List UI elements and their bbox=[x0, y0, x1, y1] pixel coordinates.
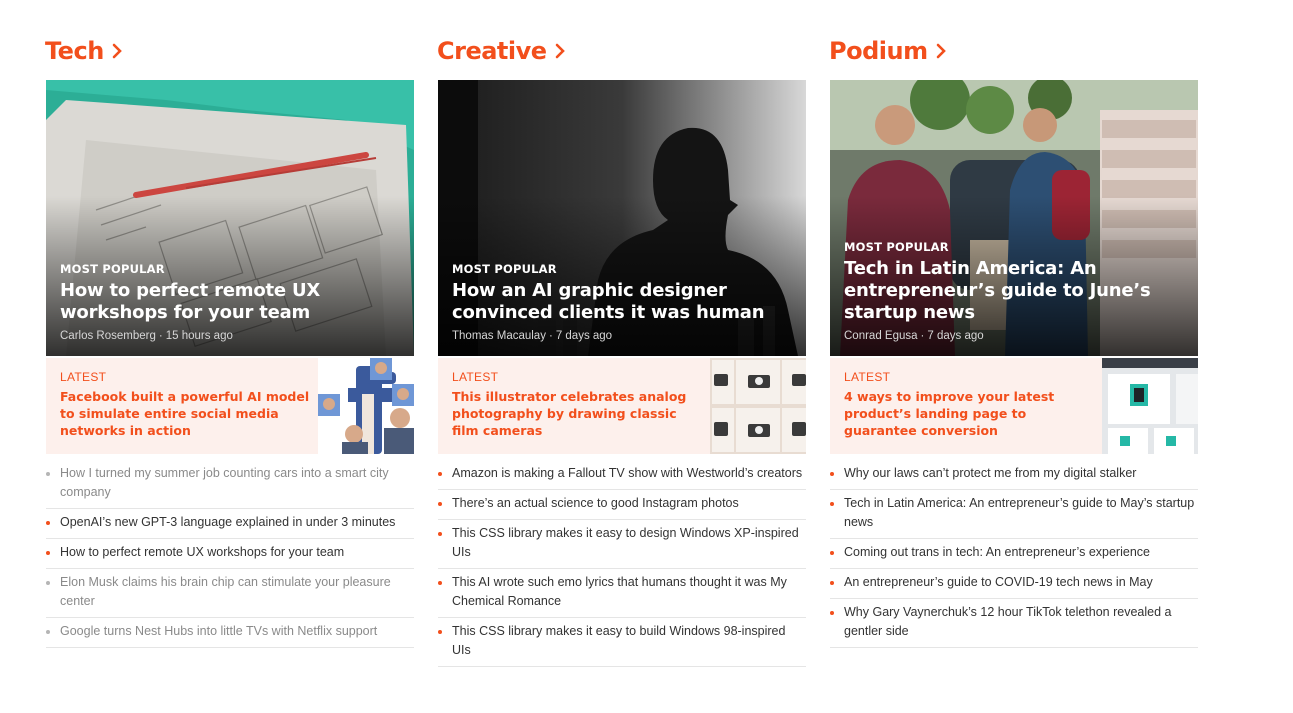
article-list: Amazon is making a Fallout TV show with … bbox=[438, 460, 806, 667]
latest-thumbnail bbox=[710, 358, 806, 454]
latest-thumbnail bbox=[318, 358, 414, 454]
list-item[interactable]: This CSS library makes it easy to build … bbox=[438, 618, 806, 667]
hero-kicker: MOST POPULAR bbox=[452, 262, 557, 276]
hero-article[interactable]: MOST POPULAR How an AI graphic designer … bbox=[438, 80, 806, 356]
hero-kicker: MOST POPULAR bbox=[60, 262, 165, 276]
hero-title[interactable]: Tech in Latin America: An entrepreneur’s… bbox=[844, 258, 1184, 324]
hero-article[interactable]: MOST POPULAR How to perfect remote UX wo… bbox=[46, 80, 414, 356]
list-item[interactable]: An entrepreneur’s guide to COVID-19 tech… bbox=[830, 569, 1198, 599]
latest-article[interactable]: LATEST This illustrator celebrates analo… bbox=[438, 358, 806, 454]
bullet-icon bbox=[438, 472, 442, 476]
list-item[interactable]: Why Gary Vaynerchuk’s 12 hour TikTok tel… bbox=[830, 599, 1198, 648]
list-item[interactable]: This AI wrote such emo lyrics that human… bbox=[438, 569, 806, 618]
list-item[interactable]: Amazon is making a Fallout TV show with … bbox=[438, 460, 806, 490]
hero-article[interactable]: MOST POPULAR Tech in Latin America: An e… bbox=[830, 80, 1198, 356]
list-item[interactable]: How to perfect remote UX workshops for y… bbox=[46, 539, 414, 569]
section-title-link[interactable]: Tech bbox=[45, 34, 124, 68]
bullet-icon bbox=[830, 611, 834, 615]
hero-byline: Thomas Macaulay · 7 days ago bbox=[452, 330, 613, 342]
latest-label: LATEST bbox=[60, 370, 107, 384]
bullet-icon bbox=[438, 581, 442, 585]
latest-article[interactable]: LATEST 4 ways to improve your latest pro… bbox=[830, 358, 1198, 454]
latest-thumbnail-image bbox=[1102, 358, 1198, 454]
latest-label: LATEST bbox=[452, 370, 499, 384]
hero-byline: Carlos Rosemberg · 15 hours ago bbox=[60, 330, 233, 342]
latest-label: LATEST bbox=[844, 370, 891, 384]
list-item[interactable]: Google turns Nest Hubs into little TVs w… bbox=[46, 618, 414, 648]
list-item[interactable]: Tech in Latin America: An entrepreneur’s… bbox=[830, 490, 1198, 539]
bullet-icon bbox=[438, 502, 442, 506]
list-item[interactable]: OpenAI’s new GPT-3 language explained in… bbox=[46, 509, 414, 539]
list-item[interactable]: This CSS library makes it easy to design… bbox=[438, 520, 806, 569]
hero-time: 15 hours ago bbox=[165, 330, 233, 342]
bullet-icon bbox=[830, 551, 834, 555]
section-podium: Podium MOST POPULAR Tech in Latin Americ… bbox=[829, 34, 1198, 648]
section-title: Creative bbox=[437, 37, 547, 65]
article-list: How I turned my summer job counting cars… bbox=[46, 460, 414, 648]
hero-author[interactable]: Thomas Macaulay bbox=[452, 330, 546, 342]
section-tech: Tech MOST POPULAR How to perfect remote … bbox=[45, 34, 414, 648]
hero-title[interactable]: How to perfect remote UX workshops for y… bbox=[60, 280, 400, 324]
hero-byline: Conrad Egusa · 7 days ago bbox=[844, 330, 984, 342]
bullet-icon bbox=[830, 581, 834, 585]
bullet-icon bbox=[438, 630, 442, 634]
bullet-icon bbox=[438, 532, 442, 536]
list-item[interactable]: Why our laws can’t protect me from my di… bbox=[830, 460, 1198, 490]
section-creative: Creative MOST POPULAR How an AI graphic … bbox=[437, 34, 806, 667]
article-list: Why our laws can’t protect me from my di… bbox=[830, 460, 1198, 648]
chevron-right-icon bbox=[936, 43, 946, 59]
bullet-icon bbox=[46, 472, 50, 476]
hero-title[interactable]: How an AI graphic designer convinced cli… bbox=[452, 280, 792, 324]
list-item[interactable]: How I turned my summer job counting cars… bbox=[46, 460, 414, 509]
hero-kicker: MOST POPULAR bbox=[844, 240, 949, 254]
list-item[interactable]: Coming out trans in tech: An entrepreneu… bbox=[830, 539, 1198, 569]
section-title-link[interactable]: Podium bbox=[829, 34, 948, 68]
section-title-link[interactable]: Creative bbox=[437, 34, 567, 68]
latest-thumbnail bbox=[1102, 358, 1198, 454]
section-title: Tech bbox=[45, 37, 104, 65]
bullet-icon bbox=[46, 630, 50, 634]
latest-title[interactable]: 4 ways to improve your latest product’s … bbox=[844, 388, 1096, 439]
list-item[interactable]: Elon Musk claims his brain chip can stim… bbox=[46, 569, 414, 618]
bullet-icon bbox=[46, 551, 50, 555]
bullet-icon bbox=[830, 502, 834, 506]
section-title: Podium bbox=[829, 37, 928, 65]
chevron-right-icon bbox=[112, 43, 122, 59]
bullet-icon bbox=[46, 581, 50, 585]
bullet-icon bbox=[46, 521, 50, 525]
latest-thumbnail-image bbox=[710, 358, 806, 454]
latest-title[interactable]: This illustrator celebrates analog photo… bbox=[452, 388, 704, 439]
chevron-right-icon bbox=[555, 43, 565, 59]
list-item[interactable]: There’s an actual science to good Instag… bbox=[438, 490, 806, 520]
hero-author[interactable]: Carlos Rosemberg bbox=[60, 330, 156, 342]
hero-author[interactable]: Conrad Egusa bbox=[844, 330, 918, 342]
latest-thumbnail-image bbox=[318, 358, 414, 454]
latest-article[interactable]: LATEST Facebook built a powerful AI mode… bbox=[46, 358, 414, 454]
hero-time: 7 days ago bbox=[927, 330, 984, 342]
bullet-icon bbox=[830, 472, 834, 476]
latest-title[interactable]: Facebook built a powerful AI model to si… bbox=[60, 388, 312, 439]
hero-time: 7 days ago bbox=[555, 330, 613, 342]
